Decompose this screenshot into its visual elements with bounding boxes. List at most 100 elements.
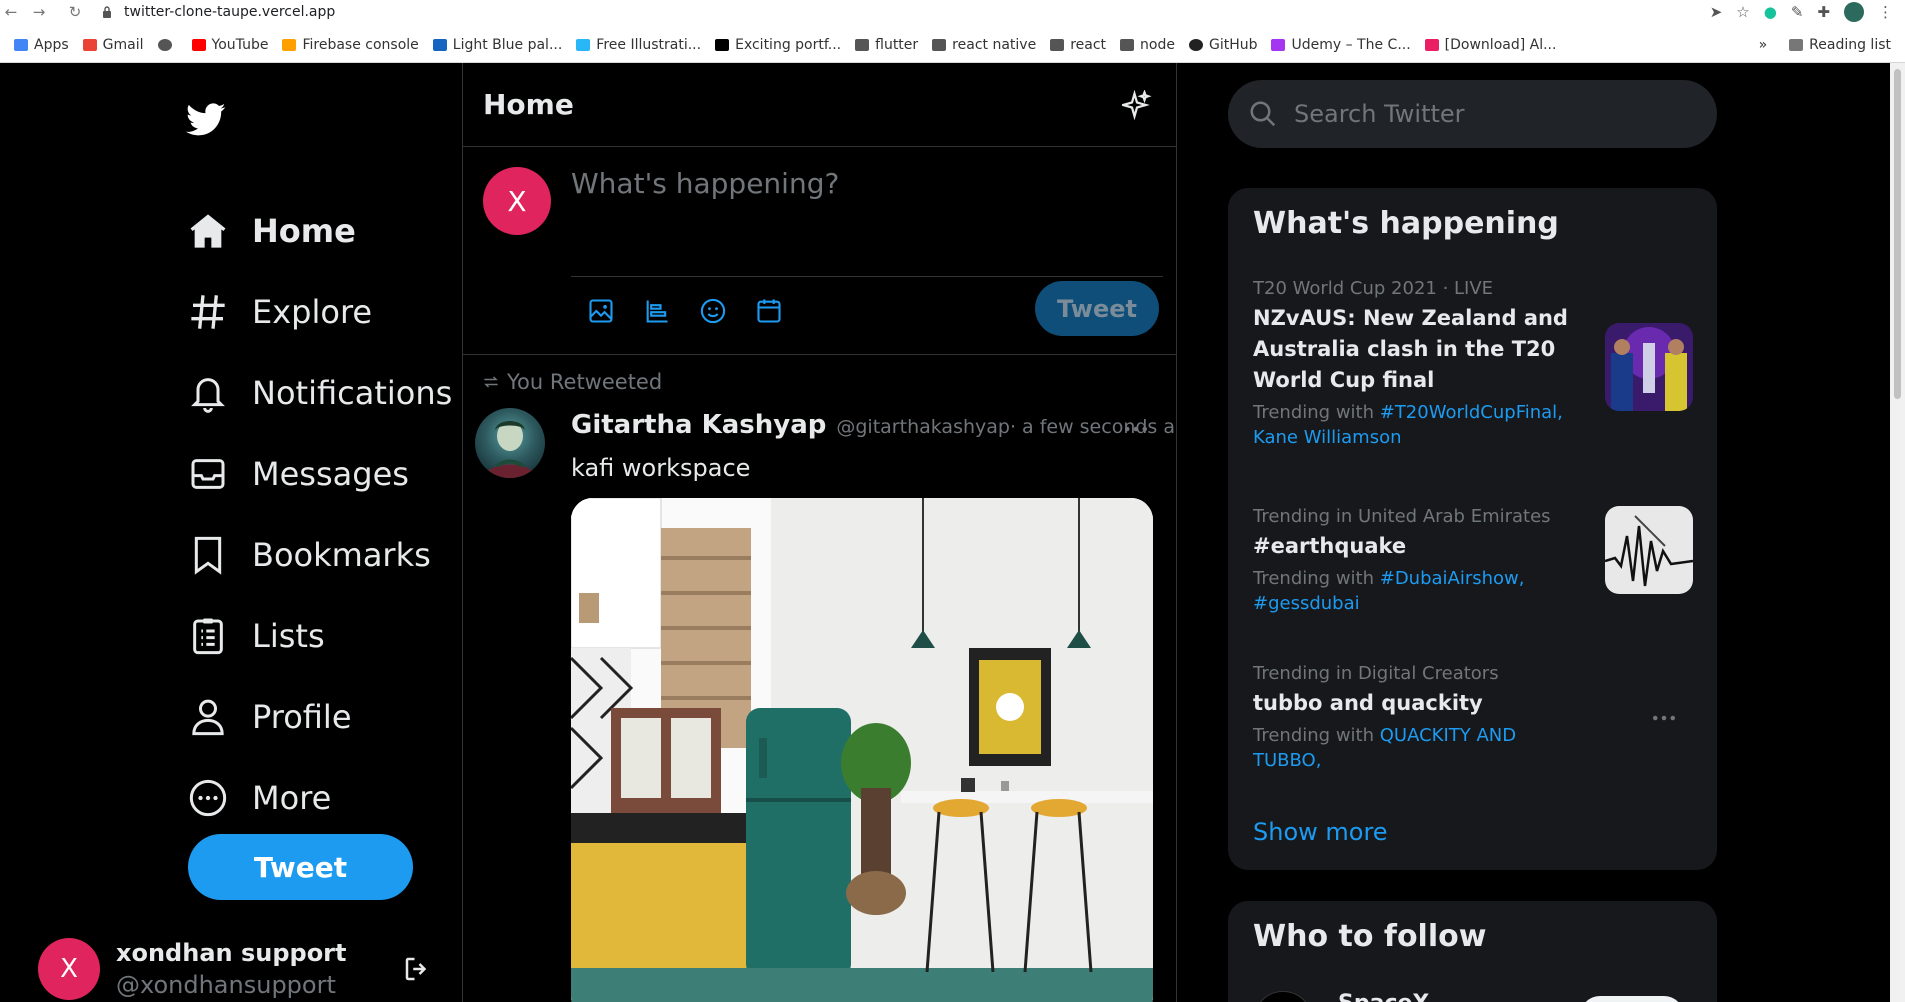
bookmark-item[interactable]: Light Blue pal...	[432, 37, 562, 53]
nav-item-lists[interactable]: Lists	[188, 595, 452, 676]
bookmark-item[interactable]: Apps	[14, 37, 69, 53]
page-scrollbar[interactable]	[1890, 63, 1905, 1002]
follow-suggestion-name[interactable]: SpaceX	[1338, 991, 1429, 1002]
trend-title: NZvAUS: New Zealand and Australia clash …	[1253, 306, 1568, 392]
bookmark-item[interactable]	[157, 39, 178, 51]
page-title: Home	[483, 88, 574, 121]
bookmark-item[interactable]: Exciting portf...	[715, 37, 841, 53]
profile-avatar-icon[interactable]	[1844, 2, 1864, 22]
dev-icon	[715, 39, 730, 51]
bookmark-item[interactable]: [Download] Al...	[1424, 37, 1556, 53]
author-name[interactable]: Gitartha Kashyap	[571, 410, 826, 440]
bookmark-item[interactable]: react native	[932, 37, 1036, 53]
separator-dot: ·	[1009, 416, 1017, 438]
folder-icon	[932, 39, 947, 51]
avatar[interactable]	[475, 408, 545, 478]
retweet-context: You Retweeted	[481, 370, 662, 394]
nav-item-bookmarks[interactable]: Bookmarks	[188, 514, 452, 595]
bookmark-item[interactable]: react	[1050, 37, 1106, 53]
nav-item-home[interactable]: Home	[188, 190, 452, 271]
bookmarks-bar: Apps Gmail YouTube Firebase console Ligh…	[0, 33, 1905, 57]
trend-thumbnail[interactable]	[1605, 323, 1693, 411]
bookmark-item[interactable]: flutter	[855, 37, 918, 53]
nav-item-more[interactable]: More	[188, 757, 452, 838]
tweet-media-image[interactable]	[571, 498, 1153, 1002]
trend-thumbnail[interactable]	[1605, 506, 1693, 594]
more-dots-icon[interactable]	[1121, 414, 1151, 444]
tweet-timestamp[interactable]: a few seconds ago	[1022, 416, 1176, 438]
left-sidebar: Home Explore Notifications Messages Book…	[0, 63, 462, 1002]
calendar-icon[interactable]	[755, 297, 783, 325]
menu-dots-icon[interactable]: ⋮	[1878, 3, 1893, 21]
forward-icon[interactable]: →	[28, 3, 50, 21]
grammarly-icon[interactable]: ●	[1764, 3, 1777, 21]
twitter-logo-icon[interactable]	[186, 103, 226, 137]
youtube-icon	[191, 39, 206, 51]
more-circle-icon	[189, 779, 227, 816]
bell-icon	[191, 377, 225, 413]
scrollbar-thumb[interactable]	[1894, 69, 1901, 399]
nav-label: Lists	[252, 616, 325, 655]
github-icon	[1188, 39, 1203, 51]
account-name: xondhan support	[116, 939, 347, 967]
image-icon[interactable]	[587, 297, 615, 325]
nav-label: Notifications	[252, 373, 453, 412]
trend-item[interactable]: Trending in Digital Creators tubbo and q…	[1253, 663, 1693, 773]
avatar[interactable]	[1253, 991, 1313, 1002]
seismograph-image	[1605, 506, 1693, 594]
retweet-icon	[484, 376, 498, 388]
bookmark-item[interactable]: YouTube	[191, 37, 268, 53]
follow-button[interactable]	[1580, 996, 1684, 1002]
bookmark-item[interactable]: Gmail	[82, 37, 144, 53]
send-icon[interactable]: ➤	[1710, 3, 1723, 21]
sidebar-tweet-button[interactable]: Tweet	[188, 834, 413, 900]
nav-item-messages[interactable]: Messages	[188, 433, 452, 514]
search-bar[interactable]	[1228, 80, 1717, 148]
logout-icon[interactable]	[402, 954, 432, 984]
more-bookmarks-button[interactable]: »	[1759, 37, 1768, 53]
who-to-follow-panel: Who to follow SpaceX	[1228, 901, 1717, 1002]
trend-item[interactable]: T20 World Cup 2021 · LIVE NZvAUS: New Ze…	[1253, 278, 1693, 450]
search-input[interactable]	[1294, 100, 1684, 128]
account-switcher[interactable]: X xondhan support @xondhansupport	[38, 936, 438, 1002]
avatar: X	[38, 938, 100, 1000]
sparkle-icon[interactable]	[1122, 89, 1152, 120]
emoji-icon[interactable]	[699, 297, 727, 325]
nav-label: Home	[252, 211, 356, 250]
bookmark-item[interactable]: Firebase console	[282, 37, 419, 53]
reading-list-button[interactable]: Reading list	[1789, 37, 1891, 53]
nav-item-explore[interactable]: Explore	[188, 271, 452, 352]
poll-icon[interactable]	[643, 297, 671, 325]
kitchen-photo	[571, 498, 1153, 1002]
bookmark-item[interactable]: node	[1120, 37, 1175, 53]
firebase-icon	[282, 39, 297, 51]
extensions-icon[interactable]: ✚	[1817, 3, 1830, 21]
nav-label: Profile	[252, 697, 352, 736]
back-icon[interactable]: ←	[0, 3, 22, 21]
gmail-icon	[82, 39, 97, 51]
compose-tweet-button[interactable]: Tweet	[1035, 281, 1159, 336]
show-more-link[interactable]: Show more	[1253, 818, 1388, 846]
nav-item-profile[interactable]: Profile	[188, 676, 452, 757]
whats-happening-panel: What's happening T20 World Cup 2021 · LI…	[1228, 188, 1717, 870]
bookmark-item[interactable]: Free Illustrati...	[576, 37, 701, 53]
reload-icon[interactable]: ↻	[64, 3, 86, 21]
trend-with: Trending with #DubaiAirshow, #gessdubai	[1253, 568, 1525, 614]
person-icon	[192, 699, 224, 735]
tweet-text: kafi workspace	[571, 454, 751, 482]
compose-input[interactable]	[571, 167, 1163, 277]
url-field[interactable]: twitter-clone-taupe.vercel.app	[124, 4, 335, 20]
bookmark-item[interactable]: GitHub	[1188, 37, 1257, 53]
author-handle[interactable]: @gitarthakashyap	[836, 416, 1010, 438]
nav-item-notifications[interactable]: Notifications	[188, 352, 452, 433]
bookmark-item[interactable]: Udemy – The C...	[1271, 37, 1411, 53]
list-icon	[193, 618, 223, 654]
folder-icon	[1050, 39, 1065, 51]
trend-item[interactable]: Trending in United Arab Emirates #earthq…	[1253, 506, 1693, 616]
tweet-header: Gitartha Kashyap @gitarthakashyap · a fe…	[571, 410, 1176, 440]
nav-label: Bookmarks	[252, 535, 431, 574]
star-icon[interactable]: ☆	[1736, 3, 1749, 21]
eyedropper-icon[interactable]: ✎	[1791, 3, 1804, 21]
main-timeline: Home X Tweet You Retweeted Gitartha Kash…	[462, 63, 1177, 1002]
more-dots-icon[interactable]	[1649, 703, 1679, 733]
